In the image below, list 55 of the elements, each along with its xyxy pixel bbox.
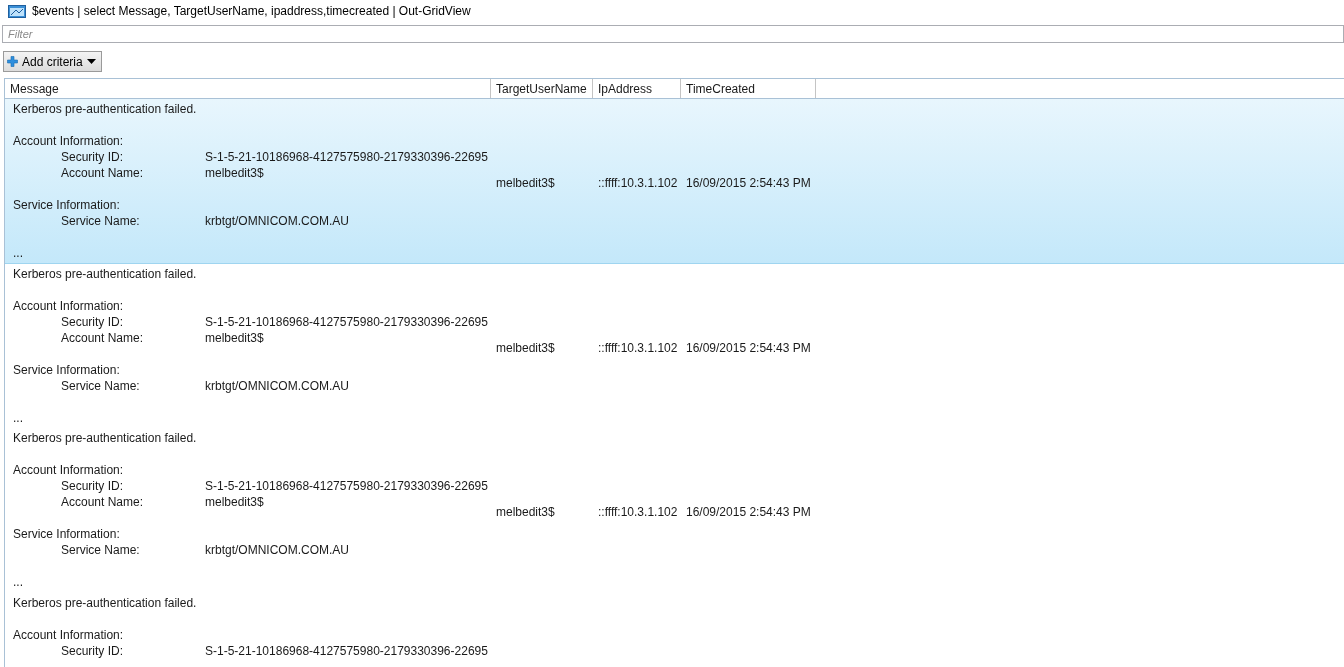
field-label: Security ID: — [60, 478, 124, 494]
ellipsis-text: ... — [13, 245, 24, 261]
field-label: Account Name: — [60, 329, 145, 346]
field-label: Account Name: — [60, 494, 145, 510]
field-value: krbtgt/OMNICOM.COM.AU — [205, 377, 349, 394]
column-header[interactable]: IpAddress — [593, 79, 681, 98]
message-summary: Kerberos pre-authentication failed. — [13, 265, 198, 282]
field-value: S-1-5-21-10186968-4127575980-2179330396-22695 — [205, 313, 488, 330]
field-label: Security ID: — [60, 313, 124, 330]
caret-icon — [86, 59, 96, 64]
message-summary: Kerberos pre-authentication failed. — [13, 101, 198, 117]
ellipsis-text: ... — [13, 409, 24, 426]
field-value: melbedit3$ — [205, 329, 264, 346]
field-label: Security ID: — [60, 149, 124, 165]
table-cell: 16/09/2015 2:54:43 PM — [686, 505, 811, 520]
message-summary: Kerberos pre-authentication failed. — [13, 594, 198, 611]
table-cell: ::ffff:10.3.1.102 — [598, 340, 678, 355]
section-heading: Service Information: — [13, 197, 121, 213]
message-summary: Kerberos pre-authentication failed. — [13, 430, 198, 446]
table-cell: melbedit3$ — [496, 505, 555, 520]
table-cell: ::ffff:10.3.1.102 — [598, 175, 678, 190]
table-row[interactable] — [5, 99, 1344, 264]
table-cell: melbedit3$ — [496, 340, 555, 355]
window-title: $events | select Message, TargetUserName, ipaddress,timecreated | Out-GridView — [32, 4, 471, 18]
table-row[interactable]: Kerberos pre-authentication failed. Account Information: Security ID: S-1-5-21-10186968-4127575980-2179330396-22695 — [5, 592, 1344, 667]
add-criteria-button[interactable]: Add criteria — [3, 51, 102, 72]
field-value: S-1-5-21-10186968-4127575980-2179330396-22695 — [205, 478, 488, 494]
field-label: Service Name: — [60, 377, 141, 394]
section-heading: Account Information: — [13, 626, 125, 643]
plus-icon — [7, 56, 18, 67]
field-label: Security ID: — [60, 642, 124, 659]
table-cell: 16/09/2015 2:54:43 PM — [686, 340, 811, 355]
field-value: krbtgt/OMNICOM.COM.AU — [205, 213, 349, 229]
field-value: S-1-5-21-10186968-4127575980-2179330396-22695 — [205, 149, 488, 165]
window-icon — [8, 4, 26, 18]
column-header[interactable]: TargetUserName — [491, 79, 593, 98]
section-heading: Account Information: — [13, 133, 125, 149]
table-cell: ::ffff:10.3.1.102 — [598, 505, 678, 520]
field-value: melbedit3$ — [205, 165, 264, 181]
table-cell: 16/09/2015 2:54:43 PM — [686, 175, 811, 190]
field-label: Account Name: — [60, 165, 145, 181]
section-heading: Account Information: — [13, 297, 125, 314]
filter-field[interactable]: Filter — [2, 25, 1344, 43]
field-value: S-1-5-21-10186968-4127575980-2179330396-22695 — [205, 642, 488, 659]
field-label: Service Name: — [60, 542, 141, 558]
column-header[interactable]: Message — [5, 79, 491, 98]
section-heading: Service Information: — [13, 361, 121, 378]
table-cell: melbedit3$ — [496, 175, 555, 190]
field-value: krbtgt/OMNICOM.COM.AU — [205, 542, 349, 558]
section-heading: Service Information: — [13, 526, 121, 542]
field-value: melbedit3$ — [205, 494, 264, 510]
column-header[interactable]: TimeCreated — [681, 79, 816, 98]
field-label: Service Name: — [60, 213, 141, 229]
ellipsis-text: ... — [13, 574, 24, 590]
section-heading: Account Information: — [13, 462, 125, 478]
